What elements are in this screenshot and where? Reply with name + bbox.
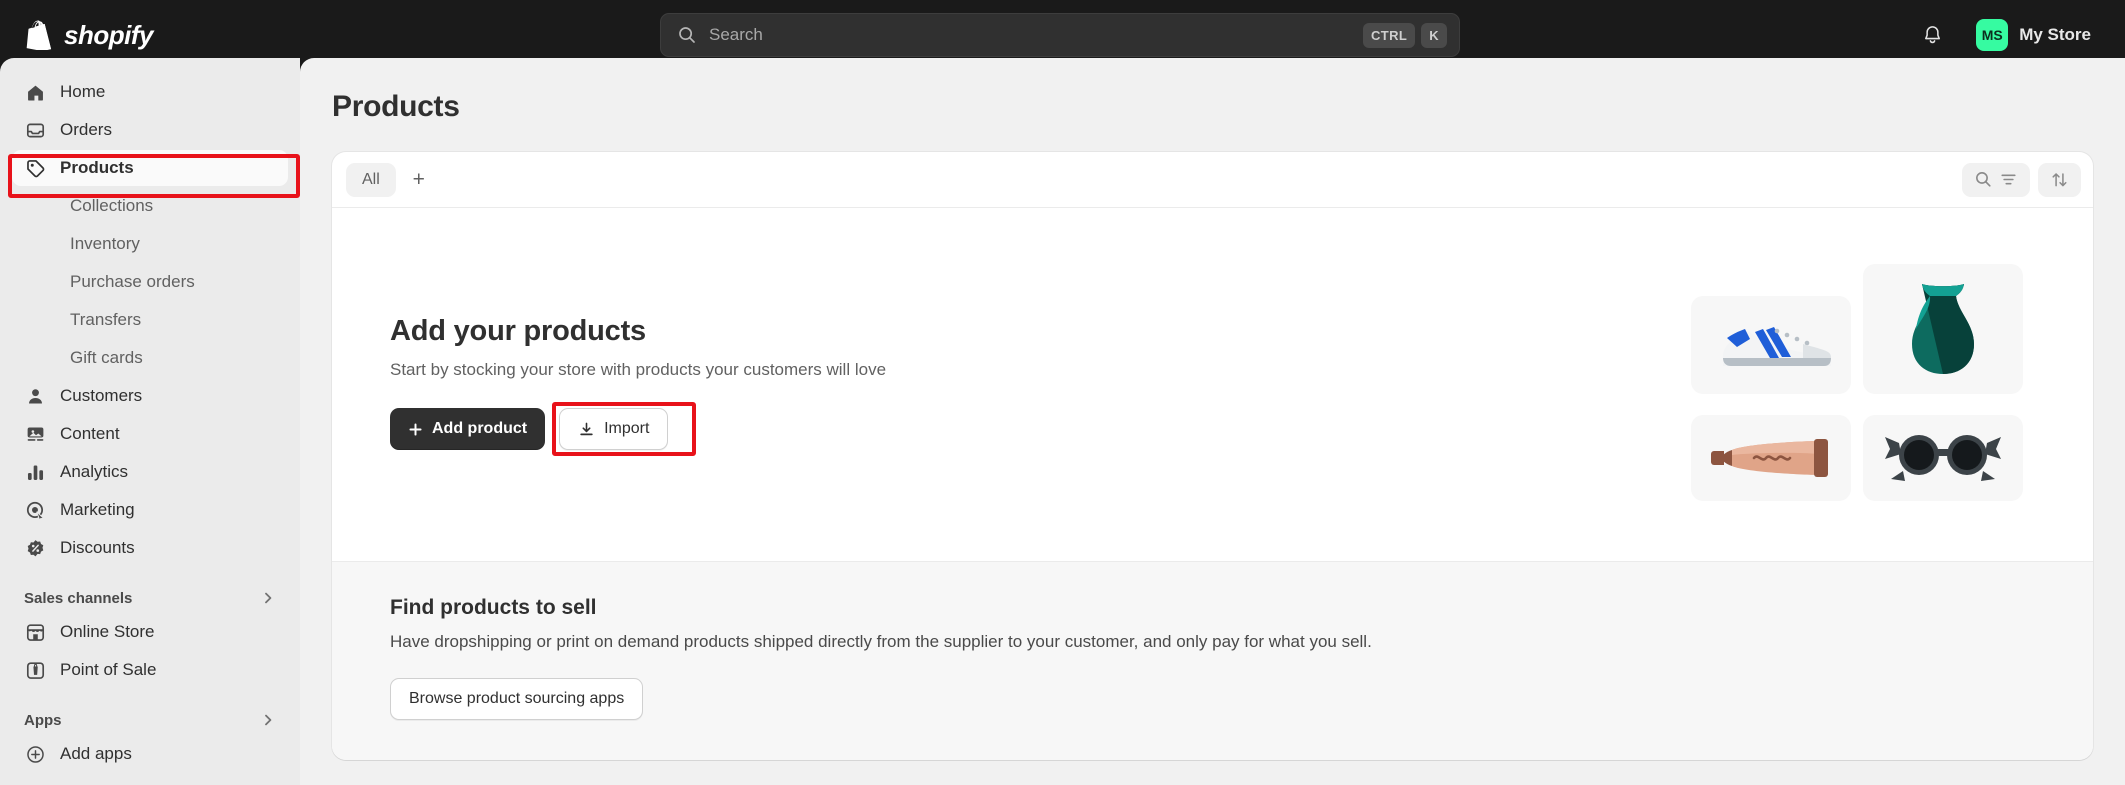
search-icon: [1976, 172, 1991, 187]
find-products-title: Find products to sell: [390, 596, 597, 619]
chevron-right-icon: [265, 592, 272, 604]
sidebar-item-customers[interactable]: Customers: [12, 378, 288, 414]
sidebar-item-label: Marketing: [60, 500, 135, 519]
product-tag-icon: [24, 157, 46, 179]
sidebar-item-label: Home: [60, 82, 106, 101]
shopify-bag-icon: [26, 20, 52, 50]
vase-illustration-tile: [1863, 264, 2023, 394]
sidebar-item-content[interactable]: Content: [12, 416, 288, 452]
sidebar-item-products[interactable]: Products: [12, 150, 288, 186]
sidebar-item-add-apps[interactable]: Add apps: [12, 736, 288, 772]
search-icon: [679, 27, 695, 43]
sidebar-item-label: Online Store: [60, 622, 155, 641]
sidebar-item-label: Discounts: [60, 538, 135, 557]
product-illustrations: [1691, 264, 2023, 501]
content-image-icon: [24, 423, 46, 445]
sneaker-illustration-tile: [1691, 296, 1851, 394]
import-label: Import: [604, 420, 650, 437]
shopify-admin-window: shopify CTRL K MS My Store: [0, 0, 2125, 785]
sidebar-item-label: Products: [60, 158, 134, 177]
import-button[interactable]: Import: [559, 408, 669, 450]
browse-product-sourcing-apps-button[interactable]: Browse product sourcing apps: [390, 678, 644, 720]
sidebar-item-label: Add apps: [60, 744, 132, 763]
sidebar-subitem-gift-cards[interactable]: Gift cards: [12, 340, 288, 376]
shortcut-k-badge: K: [1421, 22, 1447, 48]
sidebar-item-discounts[interactable]: Discounts: [12, 530, 288, 566]
sidebar-item-label: Customers: [60, 386, 143, 405]
home-icon: [24, 81, 46, 103]
sidebar-section-apps[interactable]: Apps: [12, 706, 288, 734]
empty-state-subtitle: Start by stocking your store with produc…: [390, 360, 887, 379]
tab-all[interactable]: All: [346, 162, 396, 197]
sidebar-item-point-of-sale[interactable]: Point of Sale: [12, 652, 288, 688]
empty-state-actions: Add product Import: [390, 402, 886, 456]
plus-icon: [409, 422, 422, 436]
empty-state-text: Add your products Start by stocking your…: [390, 315, 887, 456]
sidebar-item-home[interactable]: Home: [12, 74, 288, 110]
tab-bar: All +: [332, 152, 2093, 208]
filter-icon: [2001, 174, 2016, 185]
notifications-button[interactable]: [1912, 15, 1952, 55]
store-name: My Store: [2019, 25, 2091, 44]
global-search-bar[interactable]: CTRL K: [660, 13, 1460, 57]
store-account-button[interactable]: MS My Store: [1970, 14, 2103, 56]
cosmetic-tube-illustration: [1711, 439, 1828, 477]
import-download-icon: [580, 422, 593, 435]
sidebar-item-label: Point of Sale: [60, 660, 157, 679]
storefront-icon: [24, 621, 46, 643]
search-filter-button[interactable]: [1962, 162, 2030, 197]
sidebar-subitem-transfers[interactable]: Transfers: [12, 302, 288, 338]
discount-percent-icon: [24, 537, 46, 559]
add-product-button[interactable]: Add product: [390, 408, 546, 450]
sidebar-item-label: Orders: [60, 120, 112, 139]
sidebar-subitem-label: Purchase orders: [70, 272, 195, 291]
sidebar-subitem-label: Collections: [70, 196, 154, 215]
sidebar-subitem-label: Inventory: [70, 234, 140, 253]
vase-illustration: [1912, 284, 1974, 374]
search-input[interactable]: [697, 25, 1357, 45]
orders-inbox-icon: [24, 119, 46, 141]
add-tab-button[interactable]: +: [402, 163, 436, 197]
find-products-subtitle: Have dropshipping or print on demand pro…: [390, 632, 1372, 651]
plus-circle-icon: [24, 743, 46, 765]
add-product-label: Add product: [432, 420, 528, 437]
bell-icon: [1924, 25, 1940, 43]
sort-button[interactable]: [2038, 162, 2081, 197]
chevron-right-icon: [265, 714, 272, 726]
sidebar-item-label: Analytics: [60, 462, 129, 481]
brand-logo-group[interactable]: shopify: [26, 20, 153, 51]
sidebar-subitem-label: Gift cards: [70, 348, 143, 367]
bar-chart-icon: [24, 461, 46, 483]
sidebar-section-label: Apps: [24, 711, 62, 729]
sidebar-section-sales-channels[interactable]: Sales channels: [12, 584, 288, 612]
sidebar: Home Orders Products Collections Invento…: [0, 58, 300, 785]
sneaker-illustration: [1723, 327, 1831, 366]
sidebar-subitem-purchase-orders[interactable]: Purchase orders: [12, 264, 288, 300]
target-icon: [24, 499, 46, 521]
products-card: All + Add your products Start by stockin…: [332, 152, 2093, 760]
sidebar-subitem-label: Transfers: [70, 310, 142, 329]
sidebar-item-label: Content: [60, 424, 120, 443]
avatar: MS: [1976, 19, 2009, 51]
page-title: Products: [332, 90, 460, 123]
main-content: Products All + Add your products Start b…: [300, 58, 2125, 785]
sidebar-section-label: Sales channels: [24, 589, 133, 607]
empty-state-title: Add your products: [390, 315, 646, 347]
sidebar-item-marketing[interactable]: Marketing: [12, 492, 288, 528]
cosmetic-tube-illustration-tile: [1691, 415, 1851, 501]
sidebar-item-online-store[interactable]: Online Store: [12, 614, 288, 650]
sunglasses-illustration-tile: [1863, 415, 2023, 501]
brand-name: shopify: [64, 19, 153, 50]
point-of-sale-icon: [24, 659, 46, 681]
sidebar-item-orders[interactable]: Orders: [12, 112, 288, 148]
person-icon: [24, 385, 46, 407]
sort-arrows-icon: [2052, 173, 2067, 187]
sunglasses-illustration: [1885, 435, 2001, 481]
sidebar-subitem-collections[interactable]: Collections: [12, 188, 288, 224]
find-products-section: Find products to sell Have dropshipping …: [332, 561, 2093, 760]
empty-state: Add your products Start by stocking your…: [332, 208, 2093, 561]
sidebar-item-analytics[interactable]: Analytics: [12, 454, 288, 490]
sidebar-subitem-inventory[interactable]: Inventory: [12, 226, 288, 262]
shortcut-ctrl-badge: CTRL: [1362, 22, 1416, 48]
